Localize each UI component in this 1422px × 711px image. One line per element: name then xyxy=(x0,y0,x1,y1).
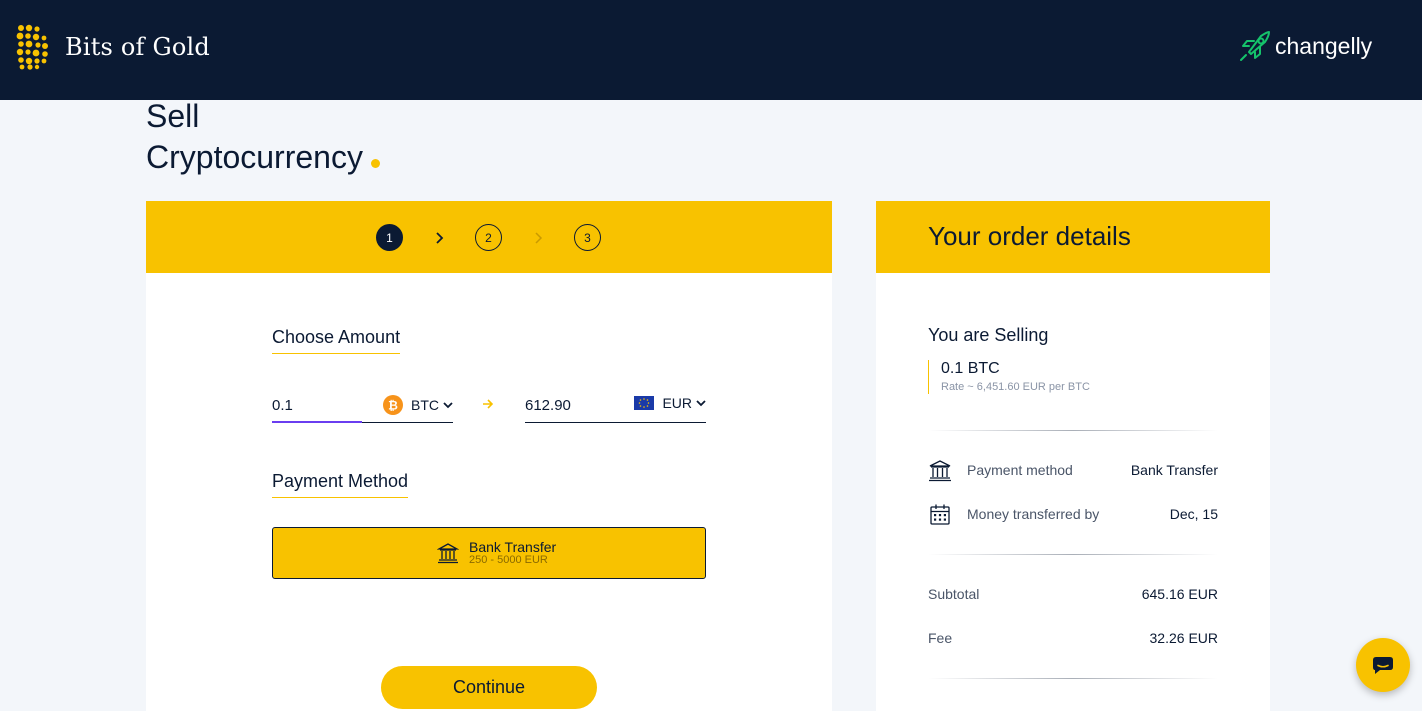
arrow-right-icon xyxy=(483,399,494,409)
fee-label: Fee xyxy=(928,630,953,646)
fee-value: 32.26 EUR xyxy=(1149,630,1218,646)
continue-button[interactable]: Continue xyxy=(381,666,597,709)
step-separator xyxy=(502,231,574,244)
calendar-icon xyxy=(930,504,950,525)
subtotal-row: Subtotal 645.16 EUR xyxy=(928,586,1218,602)
chevron-down-icon xyxy=(696,400,706,407)
payment-method-label: Payment method xyxy=(967,462,1073,478)
title-dot xyxy=(370,159,380,168)
payment-method-value: Bank Transfer xyxy=(1130,462,1218,478)
bank-icon xyxy=(929,460,951,482)
payment-method-row: Payment method Bank Transfer xyxy=(928,458,1218,482)
payment-option-title: Bank Transfer xyxy=(469,539,557,555)
svg-text:₿: ₿ xyxy=(388,399,398,413)
choose-amount-label: Choose Amount xyxy=(272,327,401,354)
from-currency-select[interactable]: ₿ BTC xyxy=(383,395,453,415)
chat-button[interactable] xyxy=(1356,638,1410,692)
bits-of-gold-logo-icon xyxy=(16,24,48,70)
chevron-right-icon xyxy=(436,231,444,244)
step-1[interactable]: 1 xyxy=(376,224,403,251)
page-title: Sell Cryptocurrency xyxy=(146,96,380,178)
from-currency-label: BTC xyxy=(411,397,439,413)
partner-name: changelly xyxy=(1275,32,1373,59)
sell-form-card: 1 2 3 Choose Amount 0.1 ₿ BTC 612.90 EUR… xyxy=(146,201,832,711)
chat-icon xyxy=(1373,657,1393,674)
from-amount-input[interactable]: 0.1 xyxy=(272,397,293,414)
bitcoin-icon: ₿ xyxy=(383,395,403,415)
subtotal-value: 645.16 EUR xyxy=(1141,586,1218,602)
divider xyxy=(928,430,1218,431)
stepper: 1 2 3 xyxy=(376,224,601,251)
from-amount-field[interactable]: 0.1 ₿ BTC xyxy=(272,391,453,423)
chevron-down-icon xyxy=(443,402,453,409)
step-3[interactable]: 3 xyxy=(574,224,601,251)
eu-flag-icon xyxy=(634,396,655,410)
order-details-title: Your order details xyxy=(928,221,1131,251)
selling-label: You are Selling xyxy=(928,325,1049,345)
page-title-line2: Cryptocurrency xyxy=(146,139,363,175)
brand-name: Bits of Gold xyxy=(65,33,210,61)
exchange-rate: Rate ~ 6,451.60 EUR per BTC xyxy=(941,381,1090,393)
order-details-header: Your order details xyxy=(876,201,1270,273)
step-separator xyxy=(403,231,475,244)
to-currency-select[interactable]: EUR xyxy=(634,395,706,411)
payment-option-content: Bank Transfer 250 - 5000 EUR xyxy=(437,540,556,566)
subtotal-label: Subtotal xyxy=(928,586,980,602)
page-title-line1: Sell xyxy=(146,98,200,134)
order-details-card: Your order details You are Selling 0.1 B… xyxy=(876,201,1270,711)
to-amount-field[interactable]: 612.90 EUR xyxy=(525,391,706,423)
payment-method-label: Payment Method xyxy=(272,471,409,498)
transfer-by-row: Money transferred by Dec, 15 xyxy=(928,502,1218,526)
selling-amount: 0.1 BTC xyxy=(941,360,1000,377)
partner-brand[interactable]: changelly xyxy=(1237,28,1372,64)
changelly-rocket-icon xyxy=(1240,31,1270,61)
stepper-header: 1 2 3 xyxy=(146,201,832,273)
payment-option-text: Bank Transfer 250 - 5000 EUR xyxy=(469,540,556,566)
brand[interactable]: Bits of Gold xyxy=(16,24,210,70)
to-currency-label: EUR xyxy=(662,395,692,411)
selling-summary: 0.1 BTC Rate ~ 6,451.60 EUR per BTC xyxy=(928,360,1090,394)
divider xyxy=(928,554,1218,555)
fee-row: Fee 32.26 EUR xyxy=(928,630,1218,646)
bank-icon xyxy=(437,543,459,564)
transfer-by-label: Money transferred by xyxy=(967,506,1100,522)
divider xyxy=(928,678,1218,679)
payment-option-range: 250 - 5000 EUR xyxy=(469,554,548,566)
chevron-right-icon xyxy=(535,231,543,244)
step-2[interactable]: 2 xyxy=(475,224,502,251)
input-focus-line xyxy=(272,421,362,423)
transfer-by-value: Dec, 15 xyxy=(1169,506,1218,522)
to-amount-input[interactable]: 612.90 xyxy=(525,397,571,414)
top-bar: Bits of Gold changelly xyxy=(0,0,1422,100)
payment-option-bank-transfer[interactable]: Bank Transfer 250 - 5000 EUR xyxy=(272,527,706,579)
